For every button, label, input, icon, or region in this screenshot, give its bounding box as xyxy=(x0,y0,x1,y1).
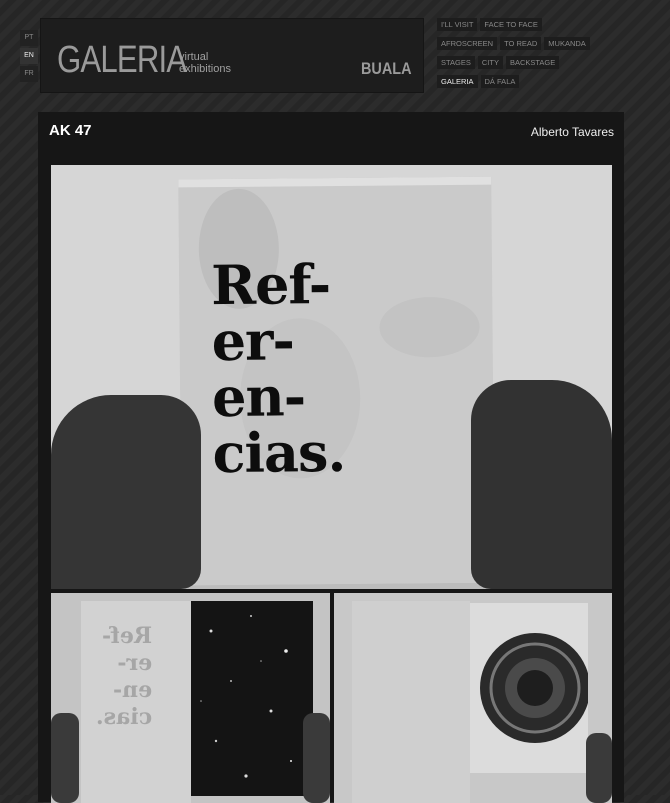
right-hand-small xyxy=(303,713,330,803)
circular-illustration xyxy=(480,633,590,743)
nav-to-read[interactable]: TO READ xyxy=(500,37,542,50)
mirrored-line2: er- xyxy=(117,650,153,676)
stars-graphic xyxy=(200,615,292,778)
main-photo[interactable]: Ref- er- en- cias. xyxy=(51,165,612,589)
left-hand xyxy=(51,395,201,589)
mirrored-line1: Ref- xyxy=(101,623,153,649)
nav-mukanda[interactable]: MUKANDA xyxy=(544,37,590,50)
mirrored-book-title: Ref- er- en- cias. xyxy=(96,623,152,731)
logo-sub-line1: virtual xyxy=(179,51,209,63)
lang-en[interactable]: EN xyxy=(20,48,38,64)
nav-face-to-face[interactable]: FACE TO FACE xyxy=(480,18,542,31)
mirrored-line3: en- xyxy=(112,677,153,703)
book-title-line1: Ref- xyxy=(210,252,331,318)
blank-book-page xyxy=(352,601,470,803)
exhibition-title: AK 47 xyxy=(49,122,92,139)
nav-city[interactable]: CITY xyxy=(477,56,503,69)
book-title-line3: en- xyxy=(211,364,306,430)
thumbnail-photo-right[interactable] xyxy=(334,593,612,803)
lang-pt[interactable]: PT xyxy=(20,30,38,46)
site-logo[interactable]: GALERIA virtual exhibitions BUALA xyxy=(40,18,424,93)
nav-stages[interactable]: STAGES xyxy=(437,56,475,69)
right-hand xyxy=(471,380,612,589)
logo-buala: BUALA xyxy=(361,59,412,78)
book-title: Ref- er- en- cias. xyxy=(210,252,346,486)
nav-backstage[interactable]: BACKSTAGE xyxy=(505,56,560,69)
gallery-panel: AK 47 Alberto Tavares Ref- er- en- cias. xyxy=(38,112,624,803)
logo-sub-line2: exhibitions xyxy=(179,63,231,75)
right-hand-thumb xyxy=(586,733,612,803)
book-title-line2: er- xyxy=(211,308,295,374)
illustrated-book-page xyxy=(470,603,590,773)
mirrored-line4: cias. xyxy=(96,704,153,730)
nav-ill-visit[interactable]: I'LL VISIT xyxy=(437,18,478,31)
logo-subtitle: virtual exhibitions xyxy=(179,51,259,75)
nav-galeria[interactable]: GALERIA xyxy=(437,75,478,88)
lang-fr[interactable]: FR xyxy=(20,66,38,82)
nav-afroscreen[interactable]: AFROSCREEN xyxy=(437,37,498,50)
logo-galeria: GALERIA xyxy=(57,39,187,81)
nav-da-fala[interactable]: DÁ FALA xyxy=(480,75,520,88)
main-nav: I'LL VISIT FACE TO FACE AFROSCREEN TO RE… xyxy=(437,18,637,94)
thumbnail-photo-left[interactable]: Ref- er- en- cias. xyxy=(51,593,330,803)
language-switcher: PT EN FR xyxy=(20,30,38,84)
book-title-line4: cias. xyxy=(212,419,346,486)
book-cover: Ref- er- en- cias. xyxy=(178,176,495,586)
left-hand-small xyxy=(51,713,79,803)
starry-book-page xyxy=(191,601,313,796)
exhibition-author[interactable]: Alberto Tavares xyxy=(531,125,614,139)
